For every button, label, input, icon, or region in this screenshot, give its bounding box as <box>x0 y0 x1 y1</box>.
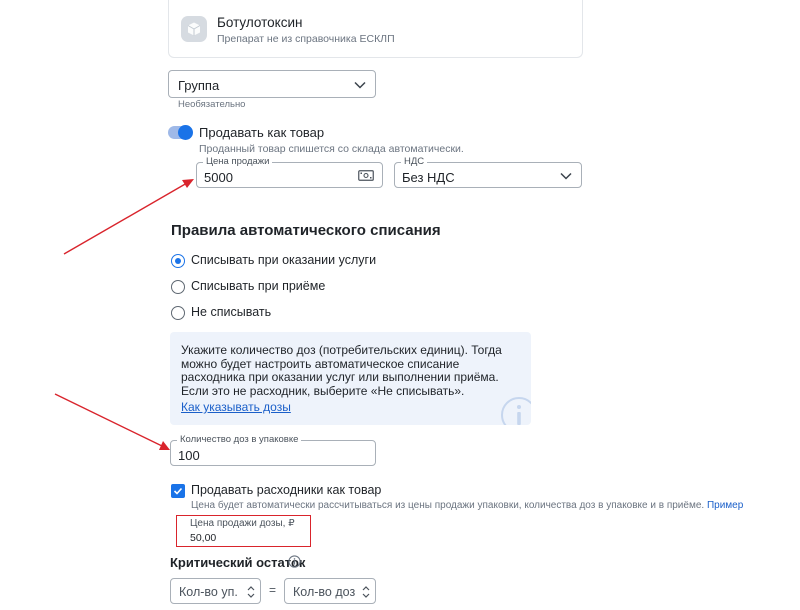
annotation-arrow-price <box>63 179 194 255</box>
annotation-arrow-doses <box>54 393 170 450</box>
annotation-arrows <box>54 179 194 450</box>
